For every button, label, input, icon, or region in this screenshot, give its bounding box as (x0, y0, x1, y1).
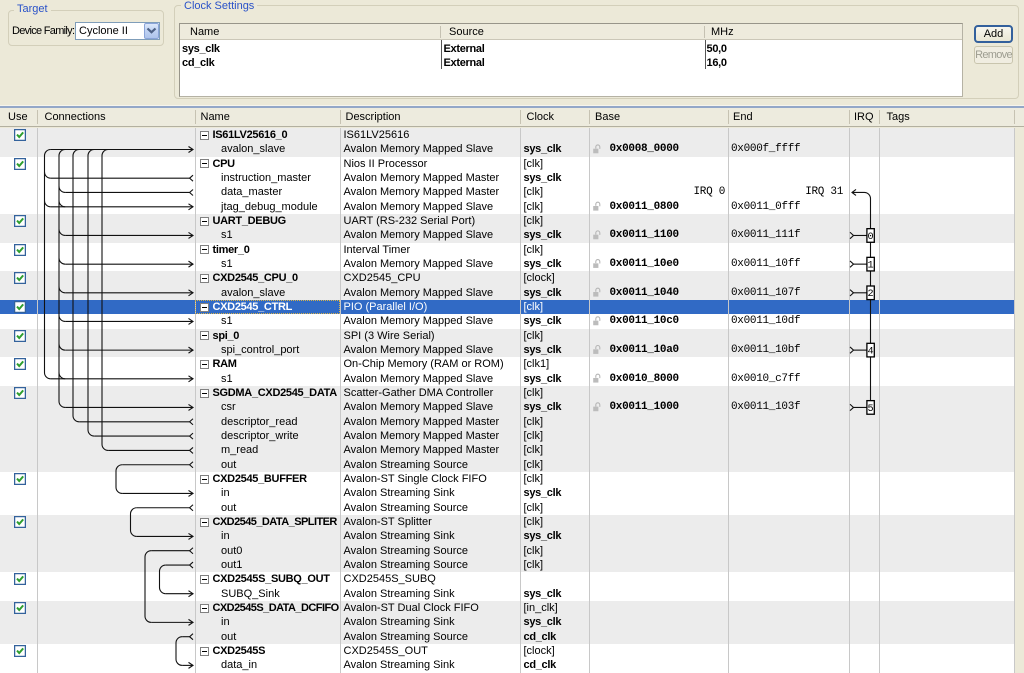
svg-text:4: 4 (868, 347, 874, 358)
svg-text:0: 0 (868, 232, 874, 243)
svg-text:1: 1 (868, 261, 874, 272)
svg-text:2: 2 (868, 289, 874, 300)
svg-text:5: 5 (868, 404, 874, 415)
